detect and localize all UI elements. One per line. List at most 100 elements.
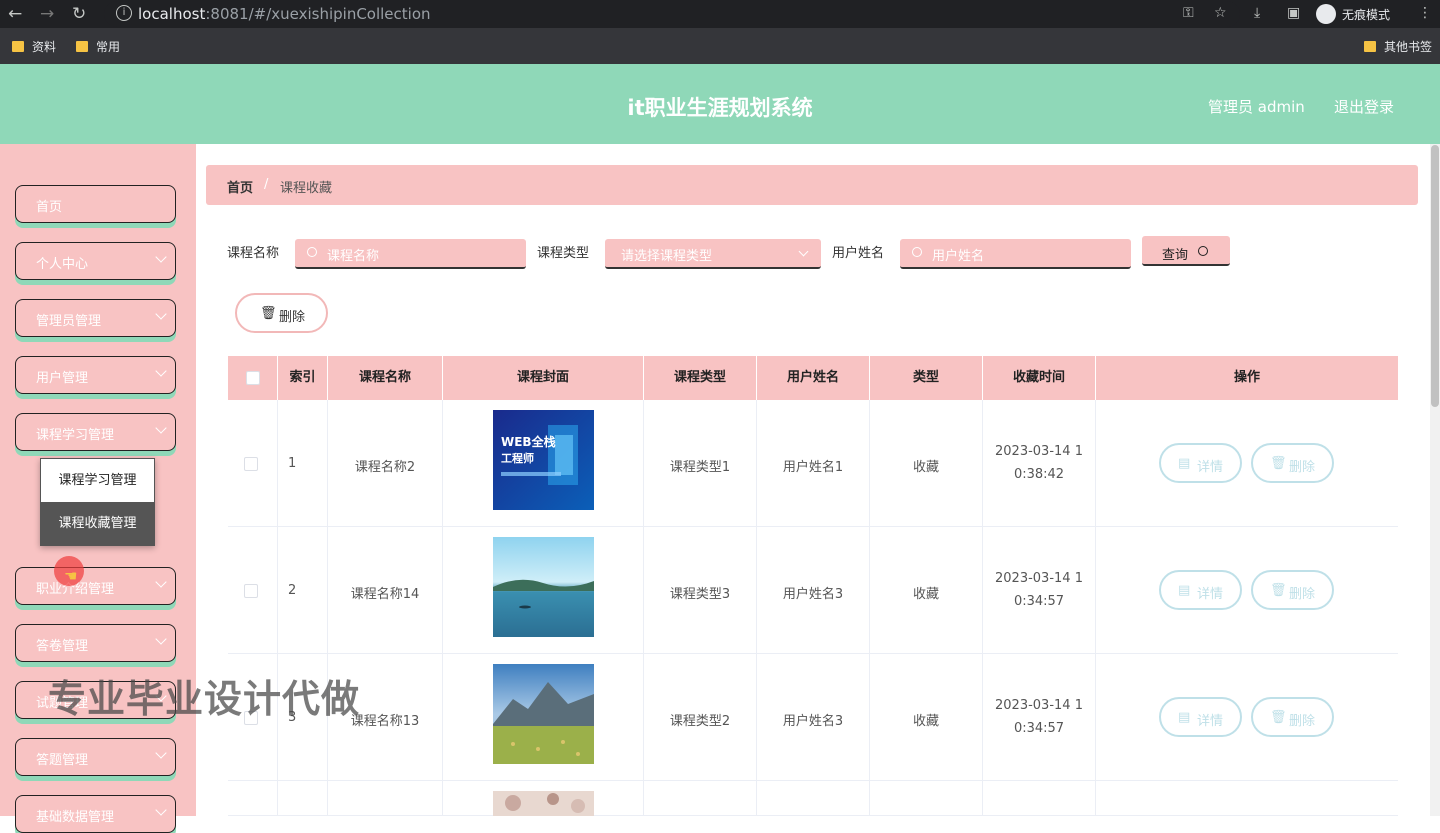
query-button[interactable]: 查询 — [1142, 236, 1230, 266]
sidebar-item-admins[interactable]: 管理员管理 — [15, 299, 176, 337]
row-time-part1: 2023-03-14 1 — [995, 444, 1083, 459]
bookmark-folder-1[interactable]: 资料 — [12, 38, 56, 55]
folder-icon — [12, 41, 24, 52]
row-kind: 收藏 — [912, 714, 939, 729]
row-time-part2: 0:38:42 — [1013, 467, 1065, 482]
chevron-down-icon — [155, 422, 167, 434]
row-kind: 收藏 — [912, 587, 939, 602]
row-time-part2: 0:34:57 — [1013, 594, 1065, 609]
row-course-type: 课程类型3 — [669, 587, 731, 602]
detail-button[interactable]: ▤ 详情 — [1159, 443, 1242, 483]
incognito-icon — [1316, 4, 1336, 24]
row-course-type: 课程类型2 — [669, 714, 731, 729]
flower-cover-image — [493, 791, 594, 816]
table-row: 1 课程名称2 WEB全栈 工程师 课程类型1 用户姓名1 收藏 2023-03… — [228, 400, 1398, 527]
trash-icon: 🗑 — [260, 306, 277, 321]
svg-text:工程师: 工程师 — [501, 451, 534, 465]
table-header: 索引 课程名称 课程封面 课程类型 用户姓名 类型 收藏时间 操作 — [228, 356, 1398, 400]
row-delete-button[interactable]: 🗑 删除 — [1251, 443, 1334, 483]
table-row — [228, 781, 1398, 816]
other-bookmarks[interactable]: 其他书签 — [1364, 38, 1432, 55]
sidebar-item-users[interactable]: 用户管理 — [15, 356, 176, 394]
header-kind: 类型 — [870, 356, 983, 400]
user-name-input[interactable]: 用户姓名 — [900, 239, 1131, 269]
bookmark-folder-2[interactable]: 常用 — [76, 38, 120, 55]
chevron-down-icon — [798, 246, 809, 257]
sidebar-item-base-data[interactable]: 基础数据管理 — [15, 795, 176, 833]
document-icon: ▤ — [1178, 456, 1191, 471]
back-icon[interactable]: ← — [8, 4, 22, 24]
header-cover: 课程封面 — [443, 356, 644, 400]
row-checkbox[interactable] — [244, 457, 258, 471]
breadcrumb-home[interactable]: 首页 — [227, 177, 253, 196]
detail-button[interactable]: ▤ 详情 — [1159, 697, 1242, 737]
row-delete-button[interactable]: 🗑 删除 — [1251, 570, 1334, 610]
url-text: localhost:8081/#/xuexishipinCollection — [138, 5, 431, 23]
sidebar-item-career[interactable]: 职业介绍管理 — [15, 567, 176, 605]
header-course-type: 课程类型 — [644, 356, 757, 400]
svg-text:WEB全栈: WEB全栈 — [501, 434, 556, 449]
search-icon — [912, 247, 922, 257]
folder-icon — [76, 41, 88, 52]
breadcrumb: 首页 / 课程收藏 — [206, 165, 1418, 205]
row-course-name: 课程名称14 — [350, 587, 420, 602]
mountain-cover-image — [493, 664, 594, 764]
hand-cursor-icon: ☚ — [64, 567, 78, 585]
course-type-select[interactable]: 请选择课程类型 — [605, 239, 821, 269]
row-course-type: 课程类型1 — [669, 460, 731, 475]
current-user: 管理员 admin — [1208, 98, 1305, 116]
header-actions: 操作 — [1233, 370, 1260, 385]
detail-button[interactable]: ▤ 详情 — [1159, 570, 1242, 610]
scrollbar-thumb[interactable] — [1431, 145, 1439, 407]
course-submenu: 课程学习管理 课程收藏管理 — [40, 458, 155, 546]
sidebar-item-personal[interactable]: 个人中心 — [15, 242, 176, 280]
logout-link[interactable]: 退出登录 — [1334, 96, 1394, 117]
trash-icon: 🗑 — [1270, 583, 1287, 598]
row-user-name: 用户姓名3 — [782, 587, 844, 602]
submenu-course-collection[interactable]: 课程收藏管理 — [40, 502, 155, 546]
forward-icon[interactable]: → — [40, 4, 54, 24]
incognito-badge[interactable]: 无痕模式 — [1316, 4, 1390, 24]
header-index: 索引 — [278, 356, 328, 400]
bulk-delete-button[interactable]: 🗑 删除 — [235, 293, 328, 333]
browser-toolbar: ← → ↻ i localhost:8081/#/xuexishipinColl… — [0, 0, 1440, 28]
search-icon — [307, 247, 317, 257]
address-bar[interactable]: i localhost:8081/#/xuexishipinCollection — [104, 1, 1240, 27]
course-type-label: 课程类型 — [537, 246, 590, 261]
header-select-all[interactable] — [228, 356, 278, 400]
select-all-checkbox[interactable] — [246, 371, 260, 385]
table-row: 2 课程名称14 课程类型3 用户姓名3 收藏 2023-03-14 1 0:3… — [228, 527, 1398, 654]
info-icon[interactable]: i — [116, 5, 132, 21]
submenu-course-learning[interactable]: 课程学习管理 — [41, 459, 154, 502]
reload-icon[interactable]: ↻ — [72, 4, 86, 24]
trash-icon: 🗑 — [1270, 456, 1287, 471]
sidebar-item-answer-sheets[interactable]: 答卷管理 — [15, 624, 176, 662]
chevron-down-icon — [155, 804, 167, 816]
menu-icon[interactable]: ⋮ — [1418, 5, 1432, 21]
breadcrumb-separator: / — [264, 177, 269, 192]
star-icon[interactable]: ☆ — [1214, 5, 1227, 21]
web-course-cover-image: WEB全栈 工程师 — [493, 410, 594, 510]
header-course-name: 课程名称 — [328, 356, 443, 400]
chevron-down-icon — [155, 308, 167, 320]
sidepanel-icon[interactable]: ▣ — [1287, 5, 1300, 21]
row-time-part1: 2023-03-14 1 — [995, 571, 1083, 586]
row-user-name: 用户姓名3 — [782, 714, 844, 729]
download-icon[interactable]: ⤓ — [1254, 5, 1260, 21]
row-checkbox[interactable] — [244, 584, 258, 598]
document-icon: ▤ — [1178, 710, 1191, 725]
key-icon[interactable]: ⚿ — [1183, 5, 1194, 21]
bookmarks-bar: 资料 常用 其他书签 — [0, 28, 1440, 64]
row-kind: 收藏 — [912, 460, 939, 475]
folder-icon — [1364, 41, 1376, 52]
row-delete-button[interactable]: 🗑 删除 — [1251, 697, 1334, 737]
row-time-part2: 0:34:57 — [1013, 721, 1065, 736]
sidebar-item-answers[interactable]: 答题管理 — [15, 738, 176, 776]
chevron-down-icon — [155, 365, 167, 377]
sidebar-item-course-learning[interactable]: 课程学习管理 — [15, 413, 176, 451]
row-course-name: 课程名称2 — [354, 460, 416, 475]
sidebar-item-home[interactable]: 首页 — [15, 185, 176, 223]
course-name-input[interactable]: 课程名称 — [295, 239, 526, 269]
user-name-label: 用户姓名 — [832, 246, 885, 261]
watermark-text: 专业毕业设计代做 — [48, 677, 361, 721]
